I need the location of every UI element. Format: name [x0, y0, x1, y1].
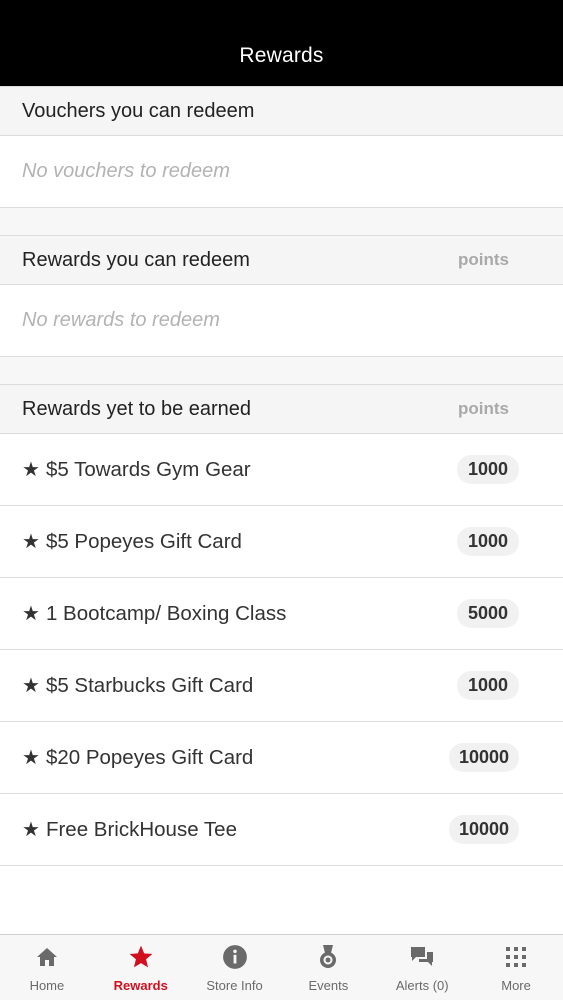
tab-more[interactable]: More [469, 935, 563, 1000]
tab-alerts[interactable]: Alerts (0) [375, 935, 469, 1000]
section-header-redeemable: Rewards you can redeem points [0, 235, 563, 285]
reward-name: $5 Popeyes Gift Card [45, 529, 242, 553]
tab-label: More [501, 978, 531, 993]
reward-row[interactable]: ★ $5 Starbucks Gift Card 1000 [0, 650, 563, 722]
points-column-label: points [458, 250, 509, 269]
tab-rewards[interactable]: Rewards [94, 935, 188, 1000]
reward-name: Free BrickHouse Tee [45, 817, 237, 841]
tab-bar: Home Rewards Store Info Events Alerts (0… [0, 934, 563, 1000]
points-badge: 5000 [457, 599, 519, 628]
reward-name: 1 Bootcamp/ Boxing Class [45, 601, 287, 625]
star-icon: ★ [22, 819, 40, 841]
section-header-yet-to-earn: Rewards yet to be earned points [0, 384, 563, 434]
reward-name: $20 Popeyes Gift Card [45, 745, 254, 769]
tab-label: Store Info [206, 978, 263, 993]
tab-label: Rewards [113, 978, 168, 993]
rewards-list[interactable]: Vouchers you can redeem No vouchers to r… [0, 86, 563, 934]
star-icon: ★ [22, 531, 40, 553]
reward-row[interactable]: ★ $20 Popeyes Gift Card 10000 [0, 722, 563, 794]
points-badge: 1000 [457, 527, 519, 556]
tab-home[interactable]: Home [0, 935, 94, 1000]
tab-events[interactable]: Events [281, 935, 375, 1000]
reward-name: $5 Starbucks Gift Card [45, 673, 254, 697]
empty-text: No vouchers to redeem [22, 160, 230, 182]
grid-icon [503, 944, 529, 970]
tab-store-info[interactable]: Store Info [188, 935, 282, 1000]
star-icon: ★ [22, 459, 40, 481]
info-icon [222, 944, 248, 970]
medal-icon [315, 944, 341, 970]
star-icon [128, 944, 154, 970]
home-icon [34, 944, 60, 970]
tab-label: Alerts (0) [395, 978, 449, 993]
reward-row[interactable]: ★ Free BrickHouse Tee 10000 [0, 794, 563, 866]
points-column-label: points [458, 399, 509, 418]
star-icon: ★ [22, 603, 40, 625]
reward-name: $5 Towards Gym Gear [45, 457, 251, 481]
reward-row[interactable]: ★ 1 Bootcamp/ Boxing Class 5000 [0, 578, 563, 650]
chat-bubbles-icon [409, 944, 435, 970]
reward-row[interactable]: ★ $5 Popeyes Gift Card 1000 [0, 506, 563, 578]
points-badge: 1000 [457, 455, 519, 484]
tab-label: Events [308, 978, 349, 993]
empty-rewards-message: No rewards to redeem [0, 285, 563, 357]
section-title: Vouchers you can redeem [22, 99, 255, 122]
points-badge: 10000 [448, 743, 519, 772]
reward-row[interactable]: ★ $5 Towards Gym Gear 1000 [0, 434, 563, 506]
empty-vouchers-message: No vouchers to redeem [0, 136, 563, 208]
section-title: Rewards yet to be earned [22, 397, 252, 420]
page-title: Rewards [239, 44, 324, 67]
tab-label: Home [29, 978, 65, 993]
empty-text: No rewards to redeem [22, 309, 220, 331]
star-icon: ★ [22, 747, 40, 769]
section-spacer [0, 357, 563, 384]
nav-bar: Rewards [0, 0, 563, 86]
section-header-vouchers: Vouchers you can redeem [0, 86, 563, 136]
section-spacer [0, 208, 563, 235]
points-badge: 1000 [457, 671, 519, 700]
points-badge: 10000 [448, 815, 519, 844]
section-title: Rewards you can redeem [22, 248, 250, 271]
star-icon: ★ [22, 675, 40, 697]
